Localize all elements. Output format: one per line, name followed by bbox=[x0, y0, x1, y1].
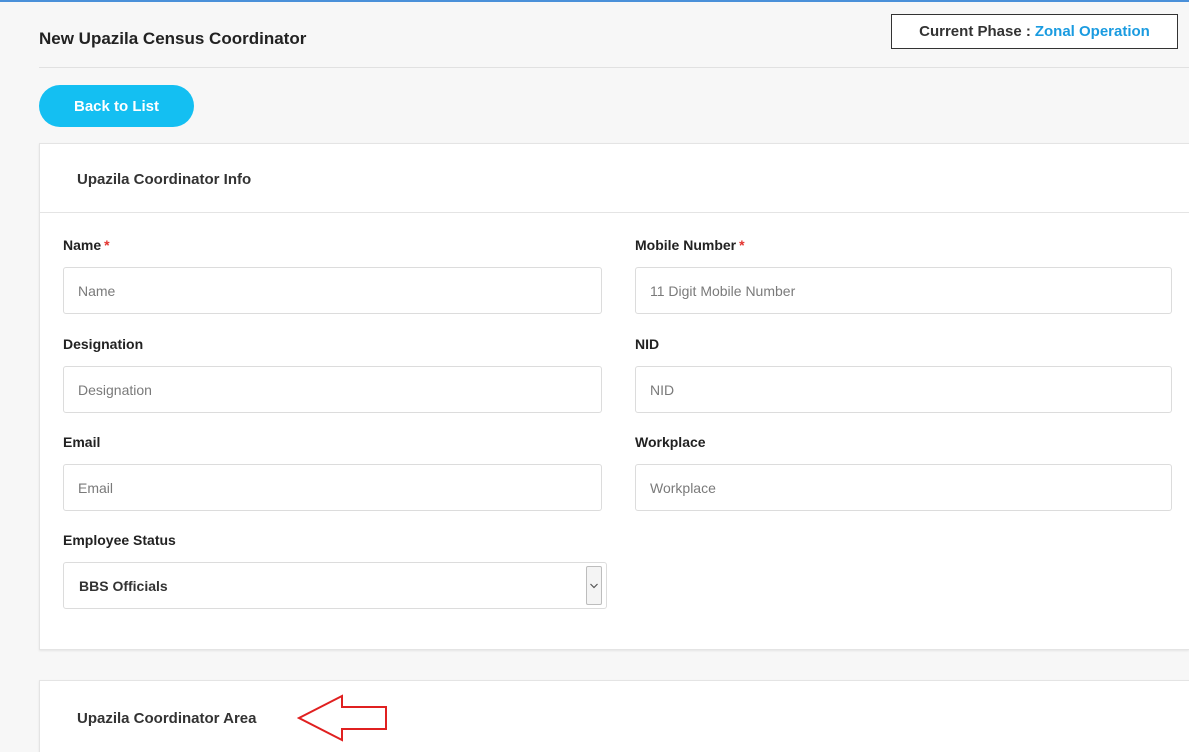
nid-input[interactable] bbox=[635, 366, 1172, 413]
page-title: New Upazila Census Coordinator bbox=[39, 29, 307, 48]
page-header: New Upazila Census Coordinator Current P… bbox=[39, 0, 1189, 68]
required-mark: * bbox=[104, 237, 110, 253]
employee-status-label: Employee Status bbox=[63, 532, 176, 548]
mobile-number-input[interactable] bbox=[635, 267, 1172, 314]
coordinator-area-card: Upazila Coordinator Area bbox=[39, 680, 1189, 752]
phase-value: Zonal Operation bbox=[1034, 23, 1150, 40]
card-divider bbox=[40, 212, 1189, 213]
designation-label: Designation bbox=[63, 336, 144, 352]
area-card-title: Upazila Coordinator Area bbox=[77, 710, 257, 727]
annotation-arrow-icon bbox=[297, 694, 387, 742]
employee-status-selected-value: BBS Officials bbox=[79, 577, 168, 594]
employee-status-select[interactable]: BBS Officials bbox=[63, 562, 607, 609]
nid-label: NID bbox=[635, 336, 660, 352]
designation-input[interactable] bbox=[63, 366, 602, 413]
email-input[interactable] bbox=[63, 464, 602, 511]
name-input[interactable] bbox=[63, 267, 602, 314]
chevron-down-icon[interactable] bbox=[586, 566, 602, 605]
back-to-list-button[interactable]: Back to List bbox=[39, 85, 194, 127]
name-label: Name * bbox=[63, 237, 110, 253]
mobile-number-label: Mobile Number * bbox=[635, 237, 745, 253]
info-card-title: Upazila Coordinator Info bbox=[77, 171, 252, 188]
email-label: Email bbox=[63, 434, 101, 450]
workplace-label: Workplace bbox=[635, 434, 706, 450]
required-mark: * bbox=[739, 237, 745, 253]
phase-label: Current Phase : bbox=[919, 23, 1031, 40]
workplace-input[interactable] bbox=[635, 464, 1172, 511]
current-phase-badge: Current Phase : Zonal Operation bbox=[891, 14, 1178, 49]
coordinator-info-card: Upazila Coordinator Info Name* Mobile Nu… bbox=[39, 143, 1189, 650]
